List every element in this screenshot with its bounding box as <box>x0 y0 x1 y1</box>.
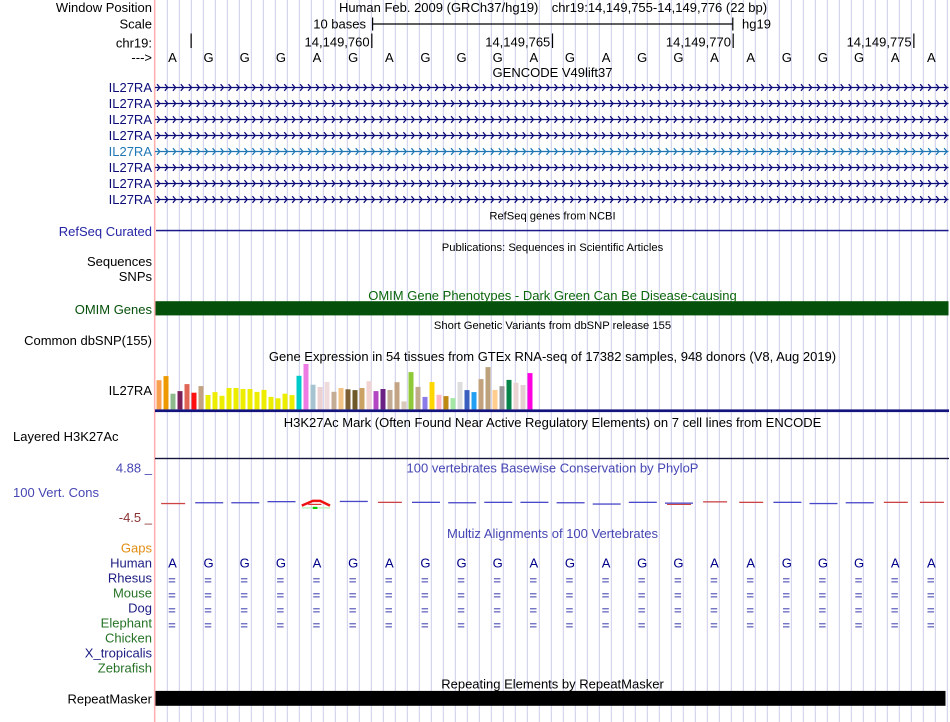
svg-text:G: G <box>673 556 683 571</box>
svg-text:IL27RA: IL27RA <box>109 144 153 159</box>
svg-text:RefSeq Curated: RefSeq Curated <box>59 224 152 239</box>
svg-text:G: G <box>348 50 358 65</box>
svg-text:A: A <box>168 50 177 65</box>
svg-text:Short Genetic Variants from db: Short Genetic Variants from dbSNP releas… <box>434 320 671 332</box>
svg-text:Multiz Alignments of 100 Verte: Multiz Alignments of 100 Vertebrates <box>447 526 659 541</box>
svg-text:A: A <box>602 50 611 65</box>
svg-text:Rhesus: Rhesus <box>108 571 153 586</box>
svg-text:G: G <box>818 556 828 571</box>
svg-text:G: G <box>493 556 503 571</box>
svg-text:OMIM Genes: OMIM Genes <box>75 302 153 317</box>
svg-text:Elephant: Elephant <box>101 616 153 631</box>
svg-text:G: G <box>565 556 575 571</box>
svg-text:chr19:14,149,755-14,149,776 (2: chr19:14,149,755-14,149,776 (22 bp) <box>552 0 767 15</box>
svg-text:Dog: Dog <box>128 601 152 616</box>
svg-text:A: A <box>529 50 538 65</box>
svg-text:A: A <box>710 556 719 571</box>
svg-text:A: A <box>385 556 394 571</box>
svg-text:SNPs: SNPs <box>119 269 153 284</box>
svg-text:Chicken: Chicken <box>105 631 152 646</box>
svg-text:G: G <box>782 50 792 65</box>
svg-text:A: A <box>927 50 936 65</box>
svg-text:G: G <box>240 556 250 571</box>
svg-text:A: A <box>710 50 719 65</box>
svg-text:14,149,770: 14,149,770 <box>666 35 731 50</box>
svg-text:-4.5 _: -4.5 _ <box>119 510 153 525</box>
svg-text:10 bases: 10 bases <box>313 17 366 32</box>
svg-text:Layered H3K27Ac: Layered H3K27Ac <box>13 429 119 444</box>
svg-text:A: A <box>313 50 322 65</box>
svg-text:G: G <box>348 556 358 571</box>
svg-text:Scale: Scale <box>119 17 152 32</box>
svg-text:G: G <box>637 50 647 65</box>
svg-text:Common dbSNP(155): Common dbSNP(155) <box>24 333 152 348</box>
svg-text:G: G <box>565 50 575 65</box>
svg-text:A: A <box>927 556 936 571</box>
svg-text:G: G <box>673 50 683 65</box>
svg-text:G: G <box>818 50 828 65</box>
svg-text:A: A <box>746 556 755 571</box>
svg-text:100 vertebrates Basewise Conse: 100 vertebrates Basewise Conservation by… <box>407 461 699 476</box>
svg-text:G: G <box>420 50 430 65</box>
svg-text:G: G <box>854 50 864 65</box>
svg-text:IL27RA: IL27RA <box>109 192 153 207</box>
svg-text:chr19:: chr19: <box>116 36 152 51</box>
svg-text:G: G <box>276 556 286 571</box>
svg-text:G: G <box>204 50 214 65</box>
svg-text:A: A <box>313 556 322 571</box>
svg-text:IL27RA: IL27RA <box>109 128 153 143</box>
svg-text:IL27RA: IL27RA <box>109 383 153 398</box>
svg-text:A: A <box>891 50 900 65</box>
svg-text:G: G <box>637 556 647 571</box>
svg-text:A: A <box>746 50 755 65</box>
svg-text:GENCODE V49lift37: GENCODE V49lift37 <box>493 65 613 80</box>
svg-text:A: A <box>529 556 538 571</box>
svg-text:Gene Expression in 54 tissues: Gene Expression in 54 tissues from GTEx … <box>269 349 836 364</box>
svg-text:Human Feb. 2009 (GRCh37/hg19): Human Feb. 2009 (GRCh37/hg19) <box>339 0 538 15</box>
svg-text:Zebrafish: Zebrafish <box>98 661 152 676</box>
svg-text:G: G <box>456 50 466 65</box>
svg-text:G: G <box>240 50 250 65</box>
svg-text:G: G <box>456 556 466 571</box>
svg-text:Publications: Sequences in Sci: Publications: Sequences in Scientific Ar… <box>442 242 664 254</box>
svg-text:G: G <box>854 556 864 571</box>
svg-text:Sequences: Sequences <box>87 254 153 269</box>
svg-text:100 Vert. Cons: 100 Vert. Cons <box>13 485 99 500</box>
svg-text:A: A <box>168 556 177 571</box>
svg-text:H3K27Ac Mark (Often Found Near: H3K27Ac Mark (Often Found Near Active Re… <box>284 415 822 430</box>
svg-text:RepeatMasker: RepeatMasker <box>67 692 152 707</box>
svg-text:--->: ---> <box>131 50 152 65</box>
svg-text:G: G <box>782 556 792 571</box>
svg-text:IL27RA: IL27RA <box>109 80 153 95</box>
svg-text:G: G <box>420 556 430 571</box>
svg-text:14,149,775: 14,149,775 <box>847 35 912 50</box>
svg-text:Repeating Elements by RepeatMa: Repeating Elements by RepeatMasker <box>441 677 664 692</box>
svg-text:Gaps: Gaps <box>121 541 153 556</box>
svg-text:14,149,765: 14,149,765 <box>485 35 550 50</box>
svg-text:RefSeq genes from NCBI: RefSeq genes from NCBI <box>489 211 615 223</box>
svg-text:A: A <box>385 50 394 65</box>
svg-text:IL27RA: IL27RA <box>109 96 153 111</box>
svg-text:14,149,760: 14,149,760 <box>305 35 370 50</box>
svg-text:Mouse: Mouse <box>113 586 152 601</box>
svg-text:G: G <box>276 50 286 65</box>
svg-text:hg19: hg19 <box>742 17 771 32</box>
svg-text:Human: Human <box>110 556 152 571</box>
svg-text:IL27RA: IL27RA <box>109 176 153 191</box>
svg-text:G: G <box>204 556 214 571</box>
svg-text:G: G <box>493 50 503 65</box>
svg-text:OMIM Gene Phenotypes - Dark Gr: OMIM Gene Phenotypes - Dark Green Can Be… <box>368 288 737 303</box>
svg-text:A: A <box>602 556 611 571</box>
svg-text:A: A <box>891 556 900 571</box>
svg-text:IL27RA: IL27RA <box>109 112 153 127</box>
svg-text:X_tropicalis: X_tropicalis <box>85 646 153 661</box>
svg-text:IL27RA: IL27RA <box>109 160 153 175</box>
svg-text:4.88 _: 4.88 _ <box>116 461 153 476</box>
svg-text:Window Position: Window Position <box>56 0 152 15</box>
